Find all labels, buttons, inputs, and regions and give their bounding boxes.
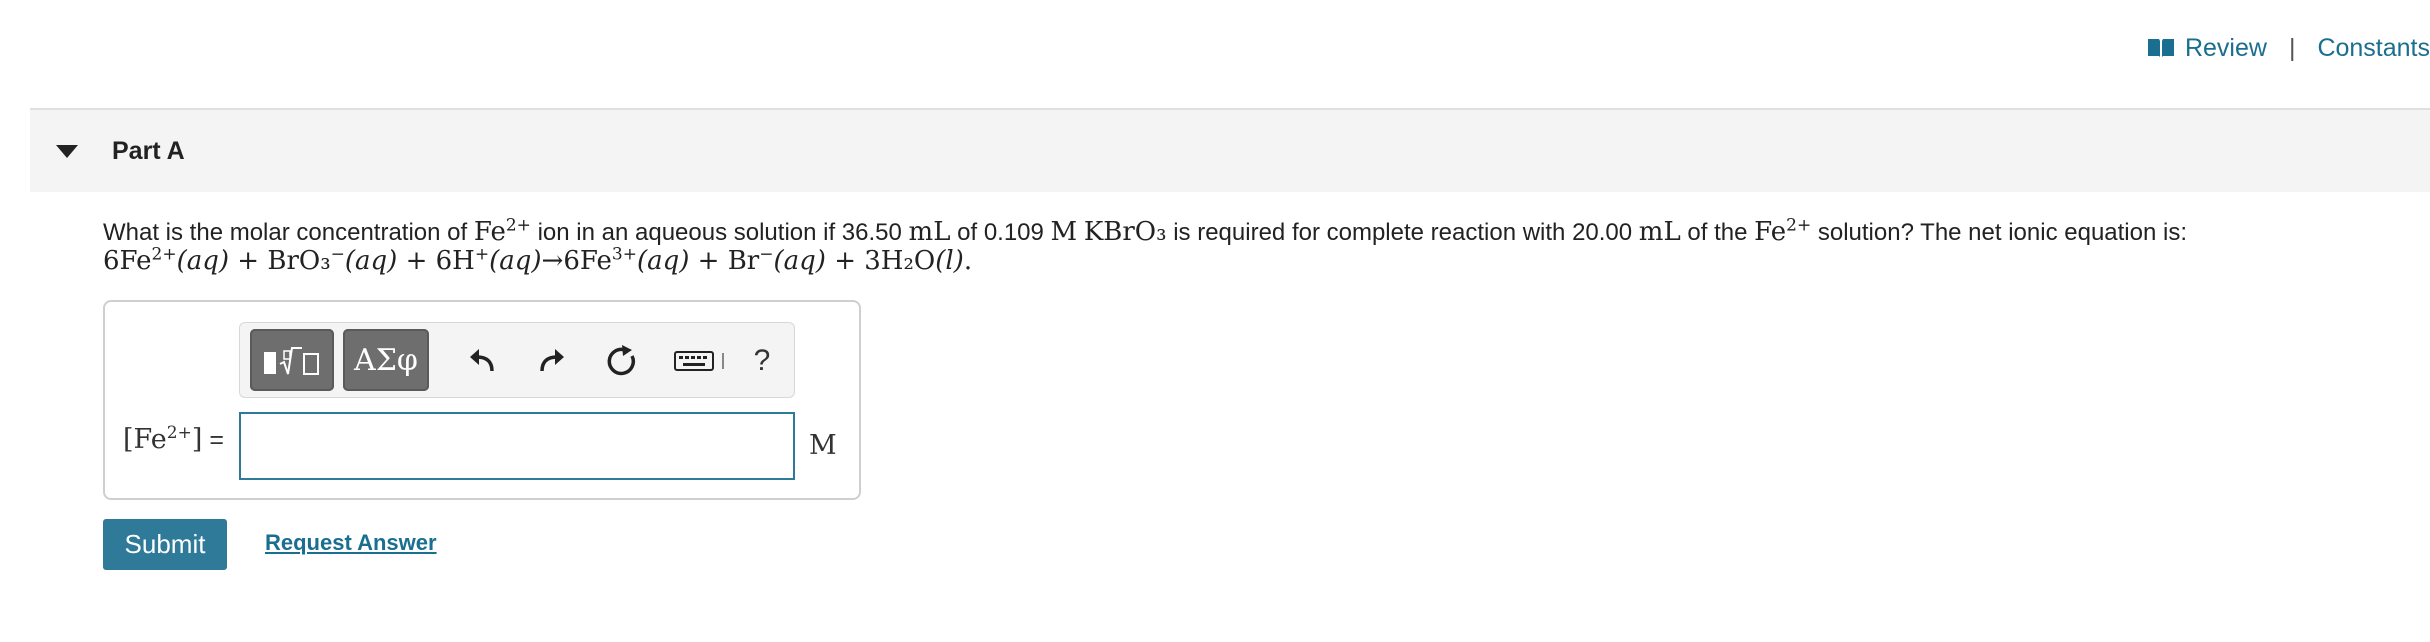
book-icon xyxy=(2147,39,2174,57)
submit-button[interactable]: Submit xyxy=(103,519,227,570)
review-link[interactable]: Review xyxy=(2185,34,2267,63)
request-answer-link[interactable]: Request Answer xyxy=(265,530,437,556)
answer-label: [Fe2+] = xyxy=(123,423,224,455)
math-toolbar: ΑΣφ ? xyxy=(239,322,795,398)
constants-link[interactable]: Constants xyxy=(2317,34,2430,63)
top-links: Review | Constants xyxy=(2147,28,2430,68)
reset-icon[interactable] xyxy=(604,343,640,379)
answer-box: ΑΣφ ? [Fe2+] = M xyxy=(103,300,861,500)
greek-symbols-button[interactable]: ΑΣφ xyxy=(343,329,429,391)
answer-input[interactable] xyxy=(239,412,795,480)
part-header[interactable]: Part A xyxy=(30,110,2430,192)
net-ionic-equation: 6Fe2+(aq) + BrO₃−(aq) + 6H+(aq)→6Fe3+(aq… xyxy=(103,244,973,276)
undo-icon[interactable] xyxy=(464,343,500,379)
redo-icon[interactable] xyxy=(534,343,570,379)
collapse-caret-icon[interactable] xyxy=(56,144,78,158)
unit-label: M xyxy=(809,430,837,461)
part-title: Part A xyxy=(112,136,185,165)
templates-icon xyxy=(264,347,319,375)
separator: | xyxy=(2288,33,2296,62)
keyboard-icon[interactable] xyxy=(672,343,732,379)
templates-button[interactable] xyxy=(250,329,334,391)
help-icon[interactable]: ? xyxy=(744,343,780,379)
